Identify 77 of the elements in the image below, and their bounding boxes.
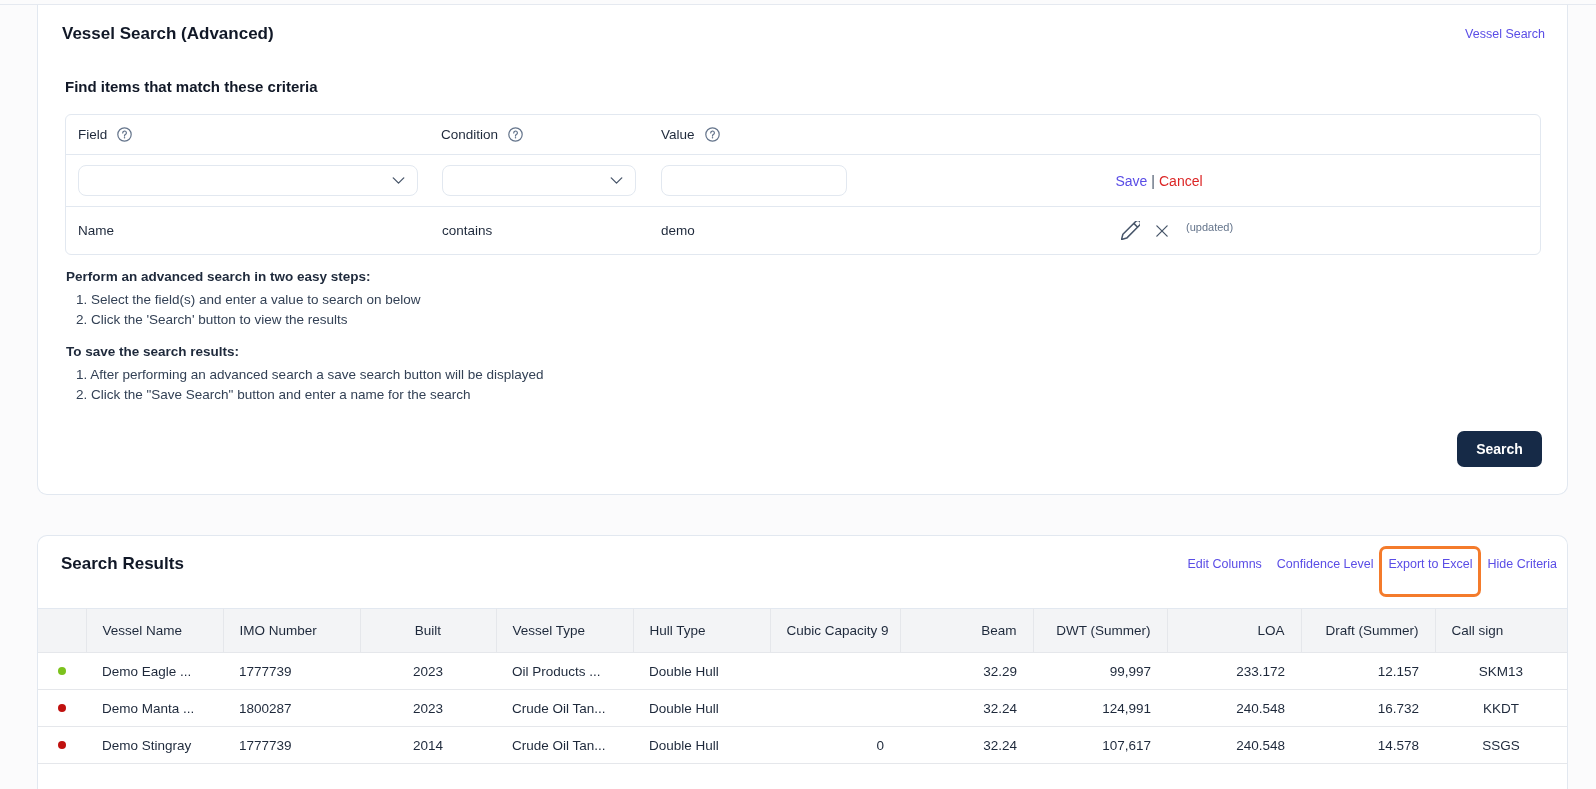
column-header: Draft (Summer) xyxy=(1301,608,1435,653)
table-cell: 12.157 xyxy=(1301,652,1435,690)
column-header: IMO Number xyxy=(223,608,360,653)
instruction-step: 1. After performing an advanced search a save search button will be displayed xyxy=(76,365,1542,385)
vessel-search-link[interactable]: Vessel Search xyxy=(1465,25,1545,43)
column-header: Beam xyxy=(900,608,1033,653)
toolbar-link[interactable]: Edit Columns xyxy=(1187,555,1262,573)
separator: | xyxy=(1151,171,1155,190)
help-icon[interactable] xyxy=(704,127,720,142)
dropdown-field[interactable] xyxy=(442,165,636,196)
table-cell: Double Hull xyxy=(633,726,770,764)
chevron-down-icon xyxy=(610,177,623,184)
column-header: DWT (Summer) xyxy=(1033,608,1167,653)
column-header: Hull Type xyxy=(633,608,770,653)
instructions-heading: To save the search results: xyxy=(66,343,241,361)
table-cell: 16.732 xyxy=(1301,689,1435,727)
table-cell: SKM13 xyxy=(1435,652,1567,690)
toolbar-link[interactable]: Hide Criteria xyxy=(1487,555,1557,573)
toolbar-link[interactable]: Export to Excel xyxy=(1379,546,1481,597)
column-header: Built xyxy=(360,608,496,653)
table-cell: 1777739 xyxy=(223,652,360,690)
criteria-cell: contains xyxy=(442,222,493,238)
table-cell: Demo Manta ... xyxy=(86,689,223,727)
results-title: Search Results xyxy=(61,553,184,575)
table-cell: 99,997 xyxy=(1033,652,1167,690)
section-heading: Find items that match these criteria xyxy=(65,77,319,97)
table-cell: 233.172 xyxy=(1167,652,1301,690)
table-cell: 1800287 xyxy=(223,689,360,727)
table-cell: KKDT xyxy=(1435,689,1567,727)
column-header: Field xyxy=(78,125,108,144)
table-cell: 0 xyxy=(770,726,900,764)
column-header: Cubic Capacity 9 xyxy=(770,608,900,653)
column-header: Condition xyxy=(441,125,499,144)
column-header: Call sign xyxy=(1435,608,1567,653)
table-cell: 32.29 xyxy=(900,652,1033,690)
column-header: Vessel Name xyxy=(86,608,223,653)
table-cell: Demo Stingray xyxy=(86,726,223,764)
table-cell: 1777739 xyxy=(223,726,360,764)
save-link[interactable]: Save xyxy=(1115,171,1148,190)
table-cell: Crude Oil Tan... xyxy=(496,726,633,764)
table-cell: Oil Products ... xyxy=(496,652,633,690)
cancel-link[interactable]: Cancel xyxy=(1159,171,1203,190)
close-icon[interactable] xyxy=(1156,224,1168,237)
table-cell: 107,617 xyxy=(1033,726,1167,764)
value-input[interactable] xyxy=(661,165,847,196)
chevron-down-icon xyxy=(392,177,405,184)
toolbar-link[interactable]: Confidence Level xyxy=(1276,555,1374,573)
column-header: LOA xyxy=(1167,608,1301,653)
table-cell: Double Hull xyxy=(633,689,770,727)
page-title: Vessel Search (Advanced) xyxy=(62,23,274,45)
table-cell: Double Hull xyxy=(633,652,770,690)
criteria-cell: Name xyxy=(78,222,114,238)
table-cell: 240.548 xyxy=(1167,726,1301,764)
status-note: (updated) xyxy=(1186,219,1234,234)
table-cell: Demo Eagle ... xyxy=(86,652,223,690)
table-cell: 2023 xyxy=(360,652,496,690)
column-header: Value xyxy=(661,125,695,144)
table-cell: 2023 xyxy=(360,689,496,727)
search-button[interactable]: Search xyxy=(1457,431,1542,467)
table-cell: 124,991 xyxy=(1033,689,1167,727)
table-cell: SSGS xyxy=(1435,726,1567,764)
dropdown-field[interactable] xyxy=(78,165,418,196)
table-cell: Crude Oil Tan... xyxy=(496,689,633,727)
instruction-step: 2. Click the 'Search' button to view the results xyxy=(76,310,1542,330)
table-cell: 240.548 xyxy=(1167,689,1301,727)
instruction-step: 2. Click the "Save Search" button and enter a name for the search xyxy=(76,385,1542,405)
criteria-cell: demo xyxy=(661,222,695,238)
help-icon[interactable] xyxy=(117,127,133,142)
column-header: Vessel Type xyxy=(496,608,633,653)
edit-icon[interactable] xyxy=(1121,221,1140,240)
table-cell: 32.24 xyxy=(900,689,1033,727)
table-cell: 14.578 xyxy=(1301,726,1435,764)
table-cell: 32.24 xyxy=(900,726,1033,764)
help-icon[interactable] xyxy=(508,127,524,142)
table-cell: 2014 xyxy=(360,726,496,764)
instruction-step: 1. Select the field(s) and enter a value to search on below xyxy=(76,290,1542,310)
instructions-heading: Perform an advanced search in two easy steps: xyxy=(66,268,372,286)
